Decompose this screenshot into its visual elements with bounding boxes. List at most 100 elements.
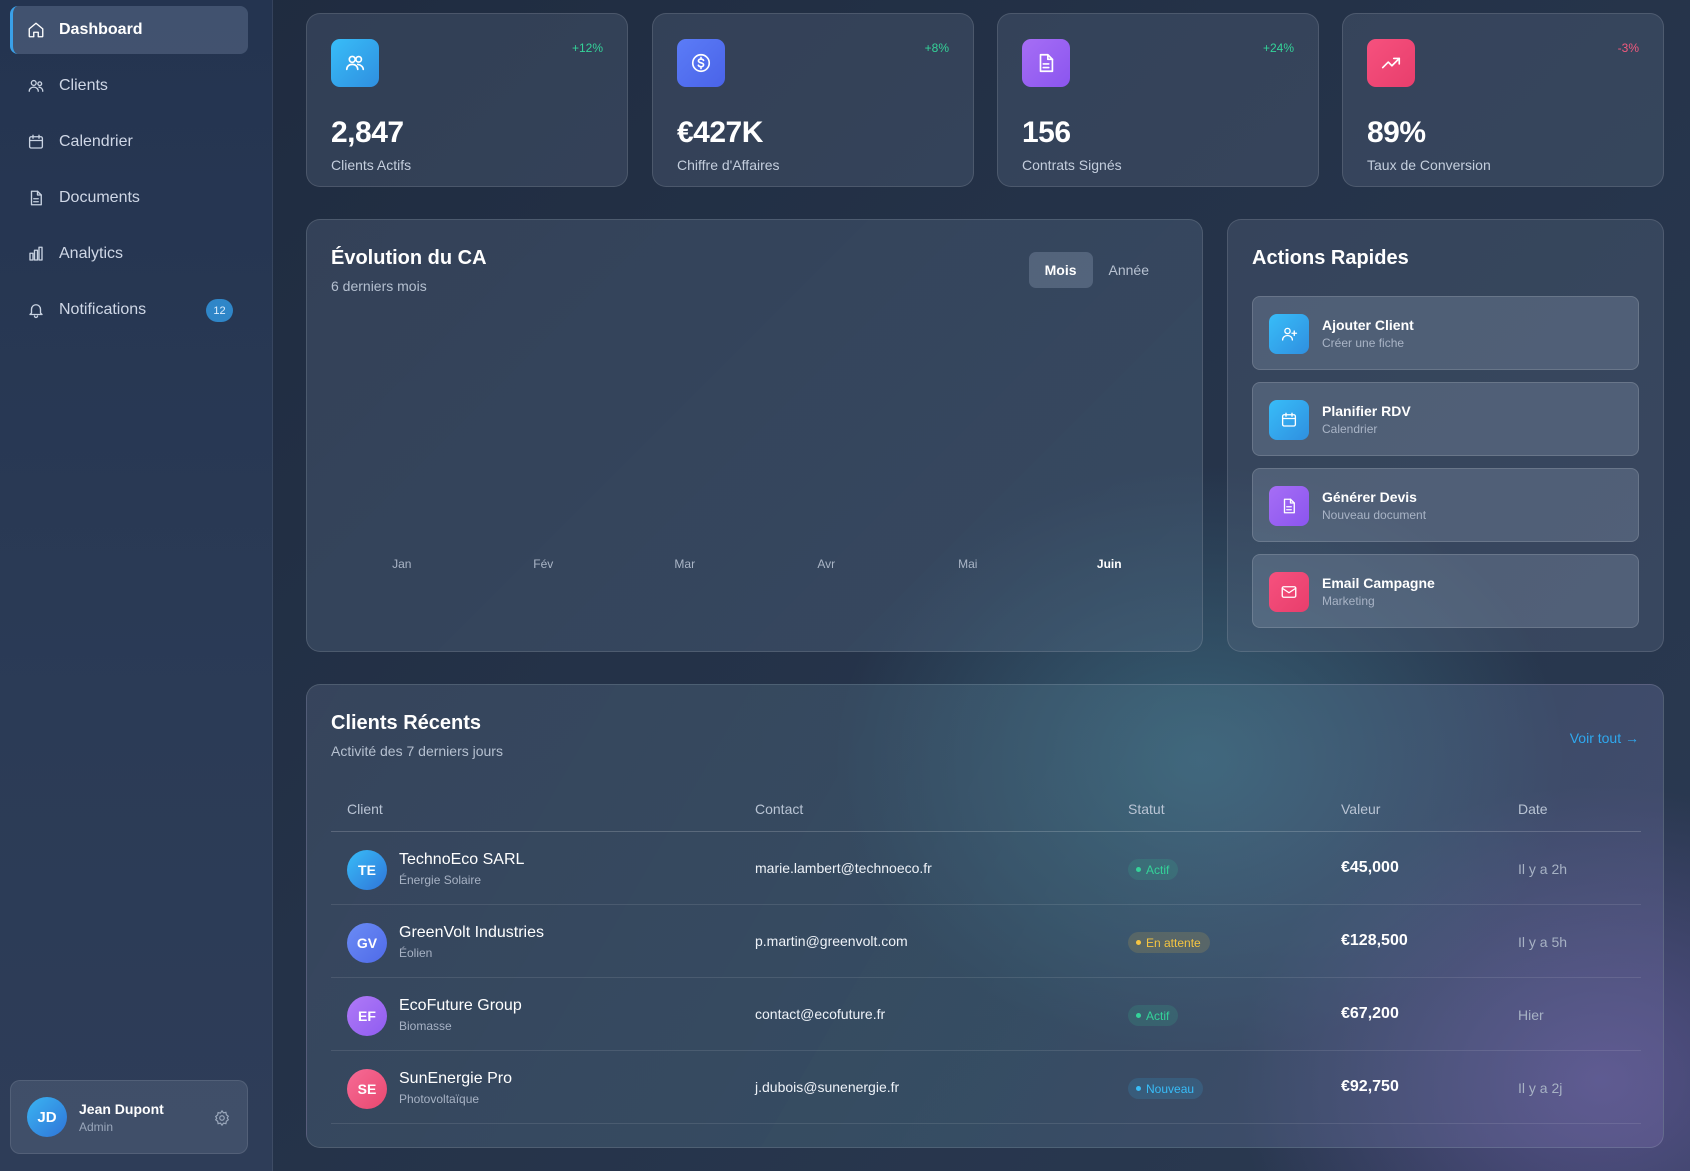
sidebar-item-label: Dashboard — [59, 21, 143, 38]
dollar-icon — [677, 39, 725, 87]
avatar: JD — [27, 1097, 67, 1137]
client-email[interactable]: p.martin@greenvolt.com — [755, 933, 908, 949]
stat-label: Contrats Signés — [1022, 157, 1122, 173]
x-tick-label: Mar — [674, 557, 695, 571]
client-avatar: EF — [347, 996, 387, 1036]
sidebar-item-label: Calendrier — [59, 133, 133, 150]
view-all-link[interactable]: Voir tout → — [1570, 730, 1639, 746]
client-date: Il y a 2j — [1518, 1080, 1563, 1096]
x-tick-label: Mai — [958, 557, 977, 571]
trending-up-icon — [1367, 39, 1415, 87]
users-icon — [331, 39, 379, 87]
sidebar: Dashboard Clients Calendrier Documents A… — [0, 0, 273, 1171]
sidebar-item-label: Clients — [59, 77, 108, 94]
stat-card-clients: +12% 2,847 Clients Actifs — [306, 13, 628, 187]
stat-label: Chiffre d'Affaires — [677, 157, 780, 173]
column-header-status[interactable]: Statut — [1128, 801, 1165, 817]
x-tick-label: Fév — [533, 557, 553, 571]
quick-action-subtitle: Créer une fiche — [1322, 336, 1405, 350]
client-avatar: TE — [347, 850, 387, 890]
user-name: Jean Dupont — [79, 1100, 164, 1117]
client-date: Hier — [1518, 1007, 1544, 1023]
client-sector: Éolien — [399, 946, 433, 960]
quick-actions-title: Actions Rapides — [1252, 247, 1409, 269]
recent-clients-title: Clients Récents — [331, 712, 482, 734]
sidebar-item-label: Documents — [59, 189, 140, 206]
sidebar-item-clients[interactable]: Clients — [10, 62, 248, 110]
document-icon — [1022, 39, 1070, 87]
sidebar-item-analytics[interactable]: Analytics — [10, 230, 248, 278]
client-sector: Énergie Solaire — [399, 873, 482, 887]
status-badge: Nouveau — [1128, 1078, 1204, 1099]
client-name: EcoFuture Group — [399, 997, 522, 1014]
client-email[interactable]: j.dubois@sunenergie.fr — [755, 1079, 899, 1095]
quick-action-title: Ajouter Client — [1322, 317, 1414, 333]
x-tick-label: Juin — [1097, 557, 1122, 571]
client-name: TechnoEco SARL — [399, 851, 525, 868]
table-row[interactable]: GV GreenVolt Industries Éolien p.martin@… — [331, 905, 1641, 978]
stat-delta: -3% — [1617, 41, 1639, 55]
stat-delta: +12% — [571, 41, 603, 55]
revenue-bar-chart: Jan Fév Mar Avr Mai Juin — [392, 557, 1122, 571]
client-avatar: GV — [347, 923, 387, 963]
x-tick-label: Jan — [392, 557, 411, 571]
home-icon — [26, 20, 46, 40]
stat-card-conversion: -3% 89% Taux de Conversion — [1342, 13, 1664, 187]
table-row[interactable]: TE TechnoEco SARL Énergie Solaire marie.… — [331, 832, 1641, 905]
table-row[interactable]: EF EcoFuture Group Biomasse contact@ecof… — [331, 978, 1641, 1051]
stat-delta: +24% — [1262, 41, 1294, 55]
email-campaign-button[interactable]: Email Campagne Marketing — [1252, 554, 1639, 628]
status-badge: Actif — [1128, 859, 1179, 880]
quick-actions-card: Actions Rapides Ajouter Client Créer une… — [1227, 219, 1664, 652]
add-client-button[interactable]: Ajouter Client Créer une fiche — [1252, 296, 1639, 370]
sidebar-item-notifications[interactable]: Notifications 12 — [10, 286, 248, 334]
status-badge: En attente — [1128, 932, 1210, 953]
sidebar-item-calendrier[interactable]: Calendrier — [10, 118, 248, 166]
recent-clients-subtitle: Activité des 7 derniers jours — [331, 743, 503, 759]
quick-action-subtitle: Nouveau document — [1322, 508, 1427, 522]
client-value: €67,200 — [1341, 1005, 1399, 1022]
column-header-date[interactable]: Date — [1518, 801, 1548, 817]
quick-action-title: Email Campagne — [1322, 575, 1435, 591]
user-profile-card[interactable]: JD Jean Dupont Admin — [10, 1080, 248, 1154]
column-header-contact[interactable]: Contact — [755, 801, 803, 817]
sidebar-item-documents[interactable]: Documents — [10, 174, 248, 222]
quick-action-subtitle: Calendrier — [1322, 422, 1378, 436]
client-sector: Photovoltaïque — [399, 1092, 480, 1106]
column-header-value[interactable]: Valeur — [1341, 801, 1380, 817]
sidebar-nav: Dashboard Clients Calendrier Documents A… — [10, 6, 248, 342]
client-value: €45,000 — [1341, 859, 1399, 876]
stat-value: 89% — [1367, 116, 1426, 149]
schedule-meeting-button[interactable]: Planifier RDV Calendrier — [1252, 382, 1639, 456]
document-icon — [1269, 486, 1309, 526]
client-email[interactable]: contact@ecofuture.fr — [755, 1006, 885, 1022]
client-avatar: SE — [347, 1069, 387, 1109]
calendar-icon — [26, 132, 46, 152]
users-icon — [26, 76, 46, 96]
sidebar-item-dashboard[interactable]: Dashboard — [10, 6, 248, 54]
client-value: €128,500 — [1341, 932, 1408, 949]
client-date: Il y a 5h — [1518, 934, 1568, 950]
generate-quote-button[interactable]: Générer Devis Nouveau document — [1252, 468, 1639, 542]
recent-clients-card: Clients Récents Activité des 7 derniers … — [306, 684, 1664, 1148]
stat-value: 2,847 — [331, 116, 404, 149]
stat-label: Clients Actifs — [331, 157, 412, 173]
client-email[interactable]: marie.lambert@technoeco.fr — [755, 860, 932, 876]
table-row[interactable]: SE SunEnergie Pro Photovoltaïque j.duboi… — [331, 1051, 1641, 1124]
stat-card-contracts: +24% 156 Contrats Signés — [997, 13, 1319, 187]
column-header-client[interactable]: Client — [347, 801, 383, 817]
client-value: €92,750 — [1341, 1078, 1399, 1095]
user-plus-icon — [1269, 314, 1309, 354]
stat-value: 156 — [1022, 116, 1071, 149]
stat-value: €427K — [677, 116, 763, 149]
sidebar-item-label: Notifications — [59, 301, 147, 318]
stat-card-revenue: +8% €427K Chiffre d'Affaires — [652, 13, 974, 187]
quick-action-subtitle: Marketing — [1322, 594, 1375, 608]
gear-icon[interactable] — [213, 1109, 231, 1127]
client-name: GreenVolt Industries — [399, 924, 544, 941]
notification-count-badge: 12 — [206, 299, 233, 322]
x-tick-label: Avr — [817, 557, 835, 571]
user-info: Jean Dupont Admin — [79, 1101, 164, 1134]
bar-chart-icon — [26, 244, 46, 264]
client-sector: Biomasse — [399, 1019, 452, 1033]
